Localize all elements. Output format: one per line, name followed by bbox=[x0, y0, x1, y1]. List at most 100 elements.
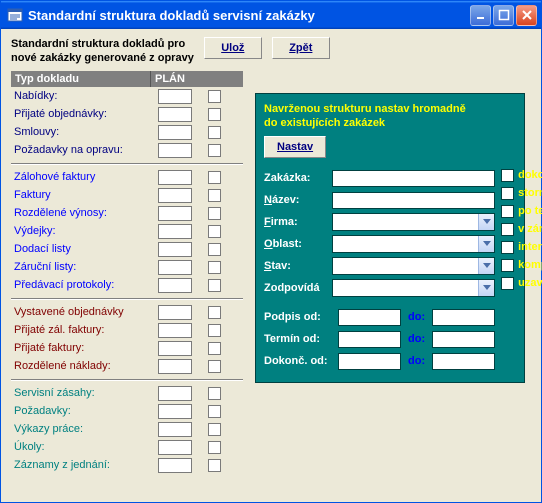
row-checkbox[interactable] bbox=[208, 279, 221, 292]
plan-input[interactable] bbox=[158, 170, 192, 185]
status-check-row: po termínu bbox=[501, 202, 542, 220]
row-checkbox[interactable] bbox=[208, 360, 221, 373]
chevron-down-icon bbox=[478, 258, 494, 274]
plan-input[interactable] bbox=[158, 188, 192, 203]
row-label: Nabídky: bbox=[11, 90, 151, 102]
status-check-label: po termínu bbox=[518, 205, 542, 217]
table-row: Vystavené objednávky bbox=[11, 303, 243, 321]
select-firma[interactable] bbox=[332, 213, 495, 231]
table-row: Dodací listy bbox=[11, 240, 243, 258]
row-checkbox[interactable] bbox=[208, 261, 221, 274]
row-checkbox[interactable] bbox=[208, 90, 221, 103]
status-checkbox[interactable] bbox=[501, 205, 514, 218]
row-checkbox[interactable] bbox=[208, 459, 221, 472]
row-checkbox[interactable] bbox=[208, 126, 221, 139]
bulk-apply-panel: Navrženou strukturu nastav hromadně do e… bbox=[255, 93, 525, 383]
plan-input[interactable] bbox=[158, 440, 192, 455]
table-header: Typ dokladu PLÁN bbox=[11, 71, 243, 87]
minimize-button[interactable] bbox=[470, 5, 491, 26]
label-oblast: Oblast: bbox=[264, 238, 332, 250]
row-label: Předávací protokoly: bbox=[11, 279, 151, 291]
apply-button[interactable]: Nastav bbox=[264, 136, 326, 158]
plan-input[interactable] bbox=[158, 125, 192, 140]
plan-input[interactable] bbox=[158, 422, 192, 437]
row-checkbox[interactable] bbox=[208, 405, 221, 418]
input-zakazka[interactable] bbox=[332, 170, 495, 187]
plan-input[interactable] bbox=[158, 143, 192, 158]
status-checkbox[interactable] bbox=[501, 169, 514, 182]
plan-input[interactable] bbox=[158, 359, 192, 374]
row-label: Požadavky na opravu: bbox=[11, 144, 151, 156]
plan-input[interactable] bbox=[158, 341, 192, 356]
table-row: Přijaté zál. faktury: bbox=[11, 321, 243, 339]
save-button[interactable]: Ulož bbox=[204, 37, 262, 59]
input-nazev[interactable] bbox=[332, 192, 495, 209]
chevron-down-icon bbox=[478, 236, 494, 252]
input-podpis-od[interactable] bbox=[338, 309, 401, 326]
row-checkbox[interactable] bbox=[208, 324, 221, 337]
table-row: Záznamy z jednání: bbox=[11, 456, 243, 474]
close-button[interactable] bbox=[516, 5, 537, 26]
plan-input[interactable] bbox=[158, 386, 192, 401]
plan-input[interactable] bbox=[158, 107, 192, 122]
input-dokonc-od[interactable] bbox=[338, 353, 401, 370]
plan-input[interactable] bbox=[158, 242, 192, 257]
status-checkbox[interactable] bbox=[501, 223, 514, 236]
label-dokonc: Dokonč. od: bbox=[264, 355, 334, 367]
select-oblast[interactable] bbox=[332, 235, 495, 253]
row-checkbox[interactable] bbox=[208, 441, 221, 454]
status-check-label: v záruce bbox=[518, 223, 542, 235]
row-checkbox[interactable] bbox=[208, 144, 221, 157]
group-separator bbox=[11, 163, 243, 165]
row-checkbox[interactable] bbox=[208, 225, 221, 238]
plan-input[interactable] bbox=[158, 458, 192, 473]
panel-body: Zakázka: Název: Firma: Oblast: bbox=[264, 166, 514, 372]
input-podpis-do[interactable] bbox=[432, 309, 495, 326]
label-zodpovida: Zodpovídá bbox=[264, 282, 332, 294]
window-title: Standardní struktura dokladů servisní za… bbox=[28, 8, 470, 23]
plan-input[interactable] bbox=[158, 305, 192, 320]
input-dokonc-do[interactable] bbox=[432, 353, 495, 370]
maximize-button[interactable] bbox=[493, 5, 514, 26]
row-checkbox[interactable] bbox=[208, 171, 221, 184]
row-checkbox[interactable] bbox=[208, 108, 221, 121]
row-checkbox[interactable] bbox=[208, 423, 221, 436]
table-row: Přijaté objednávky: bbox=[11, 105, 243, 123]
row-checkbox[interactable] bbox=[208, 243, 221, 256]
plan-input[interactable] bbox=[158, 224, 192, 239]
row-label: Rozdělené náklady: bbox=[11, 360, 151, 372]
table-group: Nabídky:Přijaté objednávky:Smlouvy:Požad… bbox=[11, 87, 243, 159]
input-termin-do[interactable] bbox=[432, 331, 495, 348]
row-checkbox[interactable] bbox=[208, 207, 221, 220]
chevron-down-icon bbox=[478, 214, 494, 230]
plan-input[interactable] bbox=[158, 323, 192, 338]
table-row: Záruční listy: bbox=[11, 258, 243, 276]
label-stav: Stav: bbox=[264, 260, 332, 272]
row-checkbox[interactable] bbox=[208, 387, 221, 400]
row-label: Faktury bbox=[11, 189, 151, 201]
plan-input[interactable] bbox=[158, 89, 192, 104]
status-checkbox[interactable] bbox=[501, 241, 514, 254]
label-do-2: do: bbox=[405, 333, 428, 345]
plan-input[interactable] bbox=[158, 404, 192, 419]
row-checkbox[interactable] bbox=[208, 342, 221, 355]
header-row: Standardní struktura dokladů pro nové za… bbox=[11, 37, 531, 65]
plan-input[interactable] bbox=[158, 260, 192, 275]
select-zodpovida[interactable] bbox=[332, 279, 495, 297]
status-checkbox[interactable] bbox=[501, 259, 514, 272]
field-zodpovida: Zodpovídá bbox=[264, 278, 495, 298]
row-label: Úkoly: bbox=[11, 441, 151, 453]
row-checkbox[interactable] bbox=[208, 189, 221, 202]
status-checkbox[interactable] bbox=[501, 187, 514, 200]
plan-input[interactable] bbox=[158, 278, 192, 293]
row-checkbox[interactable] bbox=[208, 306, 221, 319]
select-stav[interactable] bbox=[332, 257, 495, 275]
status-checkbox[interactable] bbox=[501, 277, 514, 290]
plan-input[interactable] bbox=[158, 206, 192, 221]
back-button[interactable]: Zpět bbox=[272, 37, 330, 59]
window: Standardní struktura dokladů servisní za… bbox=[0, 0, 542, 503]
field-zakazka: Zakázka: bbox=[264, 168, 495, 188]
row-label: Požadavky: bbox=[11, 405, 151, 417]
input-termin-od[interactable] bbox=[338, 331, 401, 348]
table-row: Úkoly: bbox=[11, 438, 243, 456]
